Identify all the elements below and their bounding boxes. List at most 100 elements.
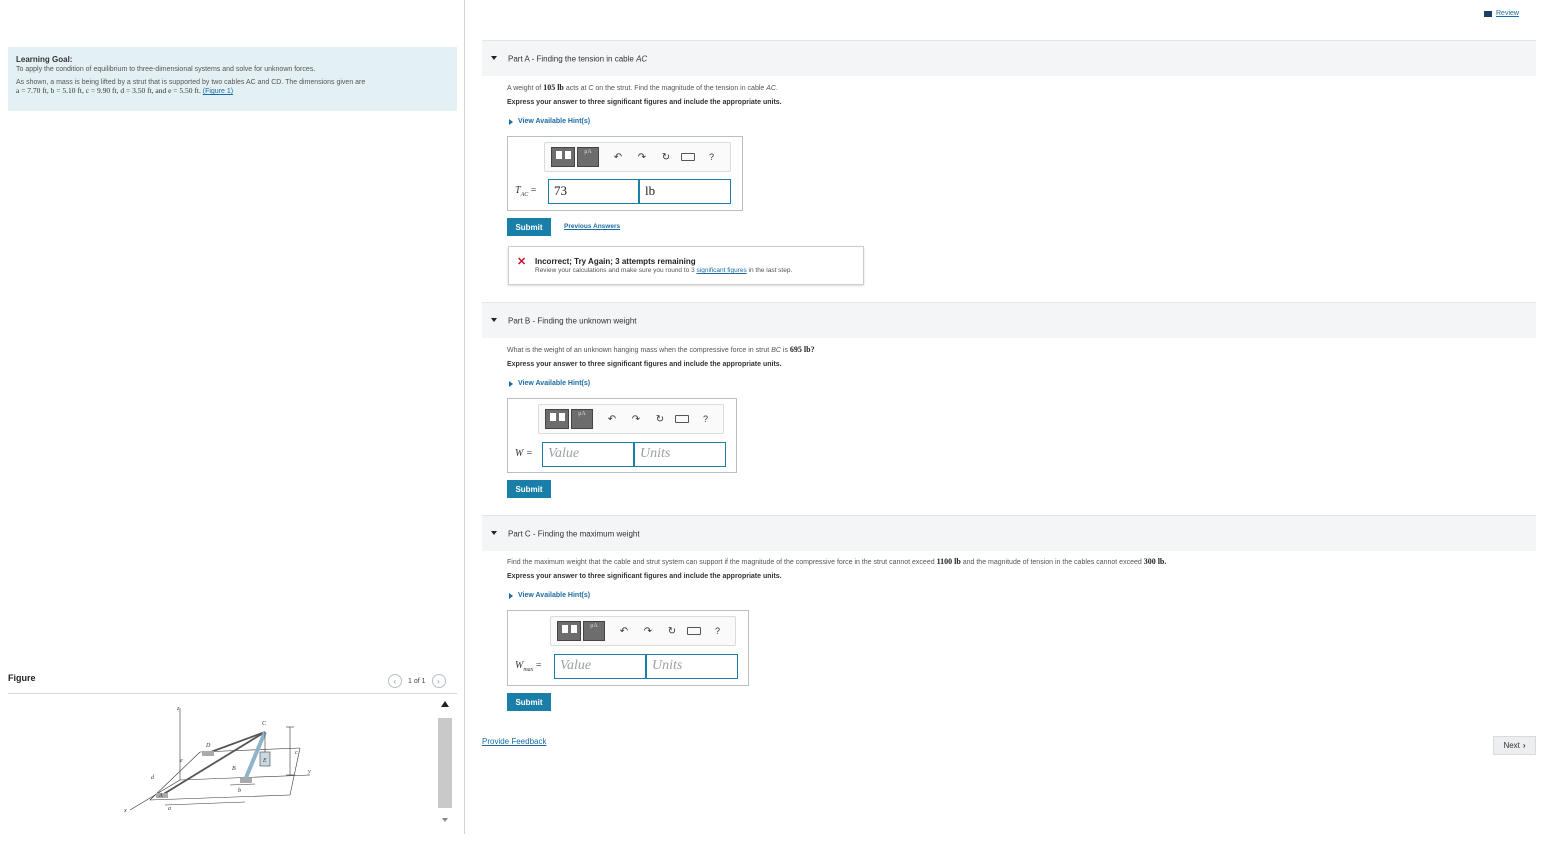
keyboard-icon[interactable] — [675, 415, 689, 423]
chevron-right-icon: › — [1522, 741, 1526, 750]
reset-icon[interactable]: ↻ — [661, 152, 671, 163]
part-b-submit-button[interactable]: Submit — [507, 480, 551, 498]
caret-down-icon — [491, 56, 497, 60]
templates-icon[interactable] — [557, 621, 581, 641]
caret-down-icon — [491, 318, 497, 322]
learning-goal-box: Learning Goal: To apply the condition of… — [8, 47, 457, 111]
hint-label: View Available Hint(s) — [518, 592, 591, 599]
part-a-answer-box: μA ↶ ↷ ↻ ? TAC = 73 lb — [507, 136, 743, 211]
part-a-answer-label: TAC = — [515, 185, 537, 198]
part-a-question: A weight of 105 lb acts at C on the stru… — [507, 83, 778, 92]
previous-answers-link[interactable]: Previous Answers — [564, 223, 620, 230]
hint-arrow-icon — [509, 592, 513, 599]
undo-icon[interactable]: ↶ — [619, 626, 629, 637]
hint-label: View Available Hint(s) — [518, 118, 591, 125]
panel-divider — [464, 0, 465, 834]
scrollbar-thumb[interactable] — [438, 718, 452, 808]
part-b-value-input[interactable]: Value — [542, 442, 634, 467]
review-link[interactable]: Review — [1484, 10, 1519, 17]
templates-icon[interactable] — [545, 409, 569, 429]
part-c-units-input[interactable]: Units — [646, 654, 738, 679]
part-c-header[interactable]: Part C - Finding the maximum weight — [482, 515, 1536, 551]
provide-feedback-link[interactable]: Provide Feedback — [482, 737, 546, 746]
part-b-header[interactable]: Part B - Finding the unknown weight — [482, 302, 1536, 338]
scroll-up-icon[interactable] — [441, 701, 449, 707]
feedback-text: Review your calculations and make sure y… — [535, 267, 793, 274]
part-b-hint-link[interactable]: View Available Hint(s) — [509, 380, 590, 387]
part-a-hint-link[interactable]: View Available Hint(s) — [509, 118, 590, 125]
part-b-instruction: Express your answer to three significant… — [507, 361, 782, 368]
figure-separator — [8, 693, 457, 694]
review-icon — [1484, 10, 1492, 17]
part-c-hint-link[interactable]: View Available Hint(s) — [509, 592, 590, 599]
figure-link[interactable]: (Figure 1) — [203, 88, 233, 95]
part-b-units-input[interactable]: Units — [634, 442, 726, 467]
undo-icon[interactable]: ↶ — [607, 414, 617, 425]
keyboard-icon[interactable] — [687, 627, 701, 635]
review-label: Review — [1496, 10, 1519, 17]
fig-label-a: a — [168, 806, 171, 812]
part-c-question: Find the maximum weight that the cable a… — [507, 557, 1167, 566]
figure-pager: ‹ 1 of 1 › — [388, 673, 446, 689]
part-a-value-input[interactable]: 73 — [548, 179, 639, 204]
undo-icon[interactable]: ↶ — [613, 152, 623, 163]
hint-arrow-icon — [509, 380, 513, 387]
chevron-right-icon[interactable]: › — [431, 674, 446, 688]
part-a-submit-button[interactable]: Submit — [507, 218, 551, 236]
fig-label-z: z — [176, 706, 180, 712]
scroll-down-icon[interactable] — [442, 818, 448, 822]
fig-label-b: b — [238, 788, 241, 794]
fig-label-c: c — [295, 750, 298, 756]
part-c-submit-button[interactable]: Submit — [507, 693, 551, 711]
keyboard-icon[interactable] — [681, 153, 695, 161]
part-c-title: Part C - Finding the maximum weight — [508, 529, 640, 538]
incorrect-x-icon: ✕ — [517, 256, 527, 268]
reset-icon[interactable]: ↻ — [667, 626, 677, 637]
part-a-title: Part A - Finding the tension in cable AC — [508, 54, 648, 63]
redo-icon[interactable]: ↷ — [631, 414, 641, 425]
fig-label-E: E — [262, 758, 267, 764]
units-icon[interactable]: μA — [571, 409, 593, 429]
part-c-answer-label: Wmax = — [515, 660, 542, 673]
part-b-toolbar: μA ↶ ↷ ↻ ? — [538, 404, 724, 434]
significant-figures-link[interactable]: significant figures — [697, 267, 747, 274]
figure-heading: Figure — [8, 673, 36, 683]
reset-icon[interactable]: ↻ — [655, 414, 665, 425]
figure-pager-text: 1 of 1 — [408, 677, 426, 685]
part-a-feedback: ✕ Incorrect; Try Again; 3 attempts remai… — [508, 246, 864, 285]
redo-icon[interactable]: ↷ — [643, 626, 653, 637]
part-a-header[interactable]: Part A - Finding the tension in cable AC — [482, 40, 1536, 76]
next-button[interactable]: Next › — [1493, 736, 1536, 755]
caret-down-icon — [491, 531, 497, 535]
part-b-answer-label: W = — [515, 448, 533, 459]
fig-label-D: D — [205, 743, 211, 749]
part-c-value-input[interactable]: Value — [554, 654, 646, 679]
fig-label-A: A — [158, 793, 163, 799]
units-icon[interactable]: μA — [583, 621, 605, 641]
next-label: Next — [1503, 741, 1520, 750]
templates-icon[interactable] — [551, 147, 575, 167]
part-b-title: Part B - Finding the unknown weight — [508, 316, 637, 325]
problem-description: As shown, a mass is being lifted by a st… — [16, 79, 366, 86]
help-icon[interactable]: ? — [709, 152, 714, 162]
fig-label-x: x — [123, 808, 127, 814]
part-c-toolbar: μA ↶ ↷ ↻ ? — [550, 616, 736, 646]
learning-goal-text: To apply the condition of equilibrium to… — [16, 66, 316, 73]
units-icon[interactable]: μA — [577, 147, 599, 167]
fig-label-C: C — [262, 721, 267, 727]
part-a-units-input[interactable]: lb — [639, 179, 731, 204]
help-icon[interactable]: ? — [715, 626, 720, 636]
hint-arrow-icon — [509, 118, 513, 125]
fig-label-y: y — [307, 769, 311, 775]
help-icon[interactable]: ? — [703, 414, 708, 424]
chevron-left-icon[interactable]: ‹ — [388, 674, 402, 688]
part-c-instruction: Express your answer to three significant… — [507, 573, 782, 580]
fig-label-e: e — [180, 758, 183, 764]
problem-values: a = 7.70 ft, b = 5.10 ft, c = 9.90 ft, d… — [16, 86, 449, 95]
part-b-question: What is the weight of an unknown hanging… — [507, 345, 815, 354]
redo-icon[interactable]: ↷ — [637, 152, 647, 163]
part-c-answer-box: μA ↶ ↷ ↻ ? Wmax = Value Units — [507, 610, 749, 686]
part-b-answer-box: μA ↶ ↷ ↻ ? W = Value Units — [507, 398, 737, 473]
hint-label: View Available Hint(s) — [518, 380, 591, 387]
part-a-instruction: Express your answer to three significant… — [507, 99, 782, 106]
